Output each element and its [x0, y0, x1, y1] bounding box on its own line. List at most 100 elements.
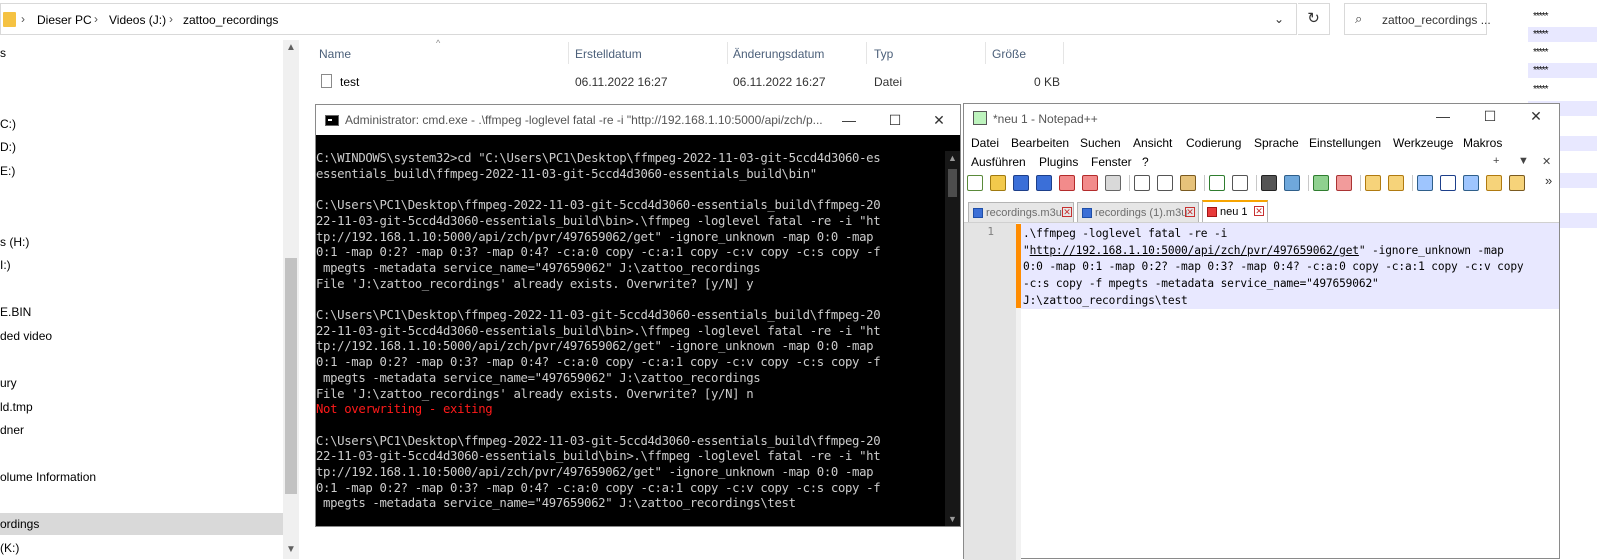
open-file-icon[interactable]: [990, 175, 1006, 191]
column-divider[interactable]: [985, 42, 986, 64]
menu-suchen[interactable]: Suchen: [1080, 136, 1121, 150]
column-divider[interactable]: [727, 42, 728, 64]
find-icon[interactable]: [1261, 175, 1277, 191]
nav-item[interactable]: ded video: [0, 329, 52, 343]
cut-icon[interactable]: [1134, 175, 1150, 191]
sync-v-icon[interactable]: [1365, 175, 1381, 191]
scroll-down-icon[interactable]: ▼: [286, 544, 296, 555]
menu-datei[interactable]: Datei: [971, 136, 999, 150]
menu-help[interactable]: ?: [1142, 155, 1149, 169]
notepadpp-window[interactable]: *neu 1 - Notepad++ — ☐ ✕ Datei Bearbeite…: [963, 101, 1560, 560]
menu-plugins[interactable]: Plugins: [1039, 155, 1078, 169]
nav-item-selected[interactable]: ordings: [0, 513, 283, 535]
save-all-icon[interactable]: [1036, 175, 1052, 191]
column-header-type[interactable]: Typ: [874, 47, 893, 61]
console-output[interactable]: C:\WINDOWS\system32>cd "C:\Users\PC1\Des…: [316, 151, 946, 521]
nav-item[interactable]: s (H:): [0, 235, 29, 249]
close-icon[interactable]: ✕: [1254, 206, 1264, 216]
cmd-titlebar[interactable]: Administrator: cmd.exe - .\ffmpeg -logle…: [316, 105, 960, 135]
doc-map-icon[interactable]: [1486, 175, 1502, 191]
maximize-button[interactable]: ☐: [872, 105, 918, 135]
maximize-button[interactable]: ☐: [1467, 101, 1513, 131]
menu-codierung[interactable]: Codierung: [1186, 136, 1241, 150]
chevron-right-icon[interactable]: ›: [94, 12, 98, 26]
menu-einstellungen[interactable]: Einstellungen: [1309, 136, 1381, 150]
nav-item[interactable]: ld.tmp: [0, 400, 33, 414]
column-header-modified[interactable]: Änderungsdatum: [733, 47, 824, 61]
chevron-right-icon[interactable]: ›: [169, 12, 173, 26]
nav-item[interactable]: I:): [0, 258, 11, 272]
scroll-up-icon[interactable]: ▲: [948, 153, 957, 163]
scroll-up-icon[interactable]: ▲: [286, 42, 296, 53]
minimize-button[interactable]: —: [826, 105, 872, 135]
close-button[interactable]: ✕: [1513, 101, 1559, 131]
menu-bearbeiten[interactable]: Bearbeiten: [1011, 136, 1069, 150]
cmd-scrollbar[interactable]: ▲ ▼: [945, 151, 960, 526]
zoom-in-icon[interactable]: [1313, 175, 1329, 191]
minimize-button[interactable]: —: [1420, 101, 1466, 131]
scroll-down-icon[interactable]: ▼: [948, 514, 957, 524]
scrollbar-thumb[interactable]: [285, 258, 297, 494]
breadcrumb-videos-drive[interactable]: Videos (J:): [109, 13, 166, 27]
chevron-down-icon[interactable]: ⌄: [1274, 12, 1284, 26]
menu-ansicht[interactable]: Ansicht: [1133, 136, 1172, 150]
replace-icon[interactable]: [1284, 175, 1300, 191]
column-header-name[interactable]: Name: [319, 47, 351, 61]
menu-ausfuehren[interactable]: Ausführen: [971, 155, 1026, 169]
copy-icon[interactable]: [1157, 175, 1173, 191]
column-divider[interactable]: [568, 42, 569, 64]
save-icon[interactable]: [1013, 175, 1029, 191]
toolbar-overflow-icon[interactable]: »: [1545, 173, 1552, 188]
column-divider[interactable]: [866, 42, 867, 64]
close-button[interactable]: ✕: [916, 105, 962, 135]
nav-scrollbar[interactable]: ▲ ▼: [283, 40, 299, 559]
close-all-icon[interactable]: [1082, 175, 1098, 191]
nav-item[interactable]: E.BIN: [0, 305, 31, 319]
editor-content[interactable]: .\ffmpeg -loglevel fatal -re -i "http://…: [1023, 226, 1524, 310]
menu-werkzeuge[interactable]: Werkzeuge: [1393, 136, 1453, 150]
all-chars-icon[interactable]: [1440, 175, 1456, 191]
new-tab-icon[interactable]: +: [1493, 155, 1499, 167]
search-input[interactable]: ⌕ zattoo_recordings ...: [1344, 3, 1491, 35]
column-divider[interactable]: [1063, 42, 1064, 64]
paste-icon[interactable]: [1180, 175, 1196, 191]
menu-sprache[interactable]: Sprache: [1254, 136, 1299, 150]
current-line-highlight[interactable]: .\ffmpeg -loglevel fatal -re -i "http://…: [1021, 223, 1559, 309]
menu-makros[interactable]: Makros: [1463, 136, 1502, 150]
indent-guide-icon[interactable]: [1463, 175, 1479, 191]
refresh-button[interactable]: ↻: [1298, 3, 1330, 35]
nav-item[interactable]: C:): [0, 117, 16, 131]
close-icon[interactable]: [1059, 175, 1075, 191]
column-header-created[interactable]: Erstelldatum: [575, 47, 642, 61]
close-icon[interactable]: ✕: [1185, 207, 1195, 217]
redo-icon[interactable]: [1232, 175, 1248, 191]
sync-h-icon[interactable]: [1388, 175, 1404, 191]
close-icon[interactable]: ✕: [1062, 207, 1072, 217]
word-wrap-icon[interactable]: [1417, 175, 1433, 191]
tab-recordings-m3u[interactable]: recordings.m3u ✕: [968, 202, 1074, 222]
chevron-right-icon[interactable]: ›: [21, 12, 25, 26]
nav-item[interactable]: olume Information: [0, 470, 96, 484]
tab-list-dropdown-icon[interactable]: ▼: [1518, 155, 1529, 167]
function-list-icon[interactable]: [1509, 175, 1525, 191]
address-bar[interactable]: › Dieser PC › Videos (J:) › zattoo_recor…: [0, 3, 1297, 35]
menu-fenster[interactable]: Fenster: [1091, 155, 1132, 169]
zoom-out-icon[interactable]: [1336, 175, 1352, 191]
nav-item[interactable]: (K:): [0, 541, 19, 555]
nav-item[interactable]: E:): [0, 164, 15, 178]
tab-recordings-1-m3u[interactable]: recordings (1).m3u ✕: [1077, 202, 1199, 222]
cmd-window[interactable]: Administrator: cmd.exe - .\ffmpeg -logle…: [315, 104, 961, 527]
nav-item[interactable]: s: [0, 46, 6, 60]
text-editor[interactable]: 1 .\ffmpeg -loglevel fatal -re -i "http:…: [964, 222, 1559, 560]
table-row[interactable]: test 06.11.2022 16:27 06.11.2022 16:27 D…: [316, 72, 1066, 92]
column-header-size[interactable]: Größe: [992, 47, 1026, 61]
nav-item[interactable]: dner: [0, 423, 24, 437]
code-url-link[interactable]: http://192.168.1.10:5000/api/zch/pvr/497…: [1030, 244, 1359, 257]
nav-item[interactable]: ury: [0, 376, 17, 390]
scrollbar-thumb[interactable]: [948, 169, 957, 197]
tab-neu-1[interactable]: neu 1 ✕: [1202, 200, 1268, 222]
close-tab-icon[interactable]: ✕: [1542, 155, 1551, 168]
print-icon[interactable]: [1105, 175, 1121, 191]
breadcrumb-this-pc[interactable]: Dieser PC: [37, 13, 92, 27]
breadcrumb-zattoo-recordings[interactable]: zattoo_recordings: [183, 13, 278, 27]
